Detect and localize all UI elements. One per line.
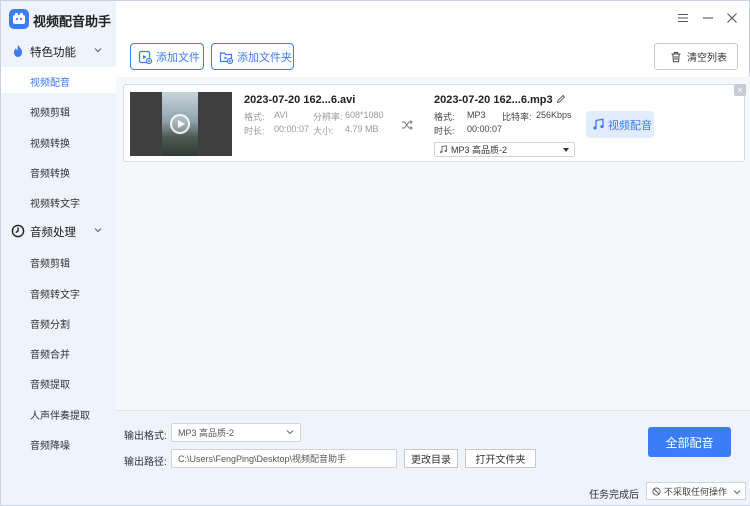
add-file-button[interactable]: 添加文件 xyxy=(130,43,204,70)
sidebar-item-audio-to-text[interactable]: 音频转文字 xyxy=(1,279,116,305)
sidebar-item-label: 音频降噪 xyxy=(30,441,70,452)
add-folder-icon xyxy=(219,50,234,64)
sidebar-item-audio-extract[interactable]: 音频提取 xyxy=(1,369,116,395)
sidebar-item-vocal-extract[interactable]: 人声伴奏提取 xyxy=(1,400,116,426)
add-folder-label: 添加文件夹 xyxy=(237,51,292,64)
output-quality-select[interactable]: MP3 高品质-2 xyxy=(434,142,575,157)
source-format-value: AVI xyxy=(274,110,288,120)
sidebar-item-label: 视频转文字 xyxy=(30,199,80,210)
sidebar-item-label: 音频合并 xyxy=(30,350,70,361)
video-dub-button[interactable]: 视频配音 xyxy=(586,111,654,138)
sidebar-item-label: 音频分割 xyxy=(30,320,70,331)
after-task-select[interactable]: 不采取任何操作 xyxy=(646,482,746,500)
source-duration-value: 00:00:07 xyxy=(274,124,310,134)
sidebar-item-label: 视频转换 xyxy=(30,139,70,150)
sidebar-item-label: 音频提取 xyxy=(30,380,70,391)
sidebar-item-audio-convert[interactable]: 音频转换 xyxy=(1,158,116,184)
sidebar: 视频配音助手 特色功能 视频配音 视频剪辑 视频转换 音频转换 视频转文字 音频… xyxy=(1,1,116,505)
source-file-name: 2023-07-20 162...6.avi xyxy=(244,94,356,106)
app-window: 视频配音助手 特色功能 视频配音 视频剪辑 视频转换 音频转换 视频转文字 音频… xyxy=(0,0,750,506)
trash-icon xyxy=(670,51,682,63)
output-file-name: 2023-07-20 162...6.mp3 xyxy=(434,94,553,106)
music-note-icon xyxy=(592,118,605,131)
clear-list-label: 清空列表 xyxy=(687,53,727,64)
source-resolution-value: 608*1080 xyxy=(345,110,384,120)
sidebar-item-audio-editing[interactable]: 音频剪辑 xyxy=(1,248,116,274)
sidebar-item-audio-merge[interactable]: 音频合并 xyxy=(1,339,116,365)
output-format-value: MP3 xyxy=(467,110,486,120)
after-task-label: 任务完成后 xyxy=(589,490,639,501)
output-format-select[interactable]: MP3 高品质-2 xyxy=(171,423,301,442)
sidebar-item-label: 音频转换 xyxy=(30,169,70,180)
sidebar-group-label: 音频处理 xyxy=(30,227,76,239)
source-format-label: 格式: xyxy=(244,112,265,122)
source-resolution-label: 分辨率: xyxy=(313,112,343,122)
output-format-label: 格式: xyxy=(434,112,455,122)
app-title: 视频配音助手 xyxy=(33,14,112,29)
play-icon[interactable] xyxy=(170,114,190,134)
menu-icon[interactable] xyxy=(676,11,690,25)
sidebar-item-video-to-text[interactable]: 视频转文字 xyxy=(1,188,116,214)
add-file-label: 添加文件 xyxy=(156,51,200,64)
sidebar-item-video-editing[interactable]: 视频剪辑 xyxy=(1,97,116,123)
output-duration-value: 00:00:07 xyxy=(467,124,503,134)
sidebar-group-features[interactable]: 特色功能 xyxy=(1,41,116,63)
output-format-value: MP3 高品质-2 xyxy=(178,428,235,438)
chevron-down-icon xyxy=(93,45,103,55)
change-directory-button[interactable]: 更改目录 xyxy=(404,449,458,468)
sidebar-item-audio-split[interactable]: 音频分割 xyxy=(1,309,116,335)
sidebar-item-video-dubbing[interactable]: 视频配音 xyxy=(1,67,116,93)
dropdown-caret-icon xyxy=(563,148,569,152)
convert-all-button[interactable]: 全部配音 xyxy=(648,427,731,457)
output-bitrate-value: 256Kbps xyxy=(536,110,572,120)
close-icon[interactable] xyxy=(725,11,739,25)
video-dub-label: 视频配音 xyxy=(608,119,652,132)
sidebar-item-video-convert[interactable]: 视频转换 xyxy=(1,128,116,154)
source-duration-label: 时长: xyxy=(244,126,265,136)
convert-arrow-icon xyxy=(401,119,413,131)
output-path-label: 输出路径: xyxy=(124,457,167,468)
output-format-label: 输出格式: xyxy=(124,431,167,442)
open-folder-button[interactable]: 打开文件夹 xyxy=(465,449,536,468)
chevron-down-icon xyxy=(733,488,741,496)
ban-icon xyxy=(652,486,661,496)
video-thumbnail[interactable] xyxy=(130,92,232,156)
sidebar-item-label: 视频剪辑 xyxy=(30,108,70,119)
output-path-field[interactable]: C:\Users\FengPing\Desktop\视频配音助手 xyxy=(171,449,397,468)
edit-icon[interactable] xyxy=(556,94,566,104)
chevron-down-icon xyxy=(93,225,103,235)
minimize-icon[interactable] xyxy=(701,11,715,25)
remove-item-icon[interactable]: × xyxy=(734,84,746,96)
output-duration-label: 时长: xyxy=(434,126,455,136)
sidebar-group-label: 特色功能 xyxy=(30,47,76,59)
sidebar-item-label: 视频配音 xyxy=(30,78,70,89)
sidebar-item-label: 音频转文字 xyxy=(30,290,80,301)
music-note-icon xyxy=(439,145,448,154)
add-folder-button[interactable]: 添加文件夹 xyxy=(211,43,294,70)
output-bitrate-label: 比特率: xyxy=(502,112,532,122)
output-path-value: C:\Users\FengPing\Desktop\视频配音助手 xyxy=(178,454,347,464)
chevron-down-icon xyxy=(286,428,294,436)
add-file-icon xyxy=(138,50,153,64)
after-task-value: 不采取任何操作 xyxy=(664,486,728,497)
sidebar-item-noise-reduction[interactable]: 音频降噪 xyxy=(1,430,116,456)
clock-icon xyxy=(11,224,25,238)
source-size-label: 大小: xyxy=(313,126,334,136)
file-item-card: 2023-07-20 162...6.avi 格式: AVI 分辨率: 608*… xyxy=(123,84,746,162)
source-size-value: 4.79 MB xyxy=(345,124,379,134)
app-logo-icon xyxy=(9,9,29,29)
output-quality-value: MP3 高品质-2 xyxy=(451,145,508,155)
clear-list-button[interactable]: 清空列表 xyxy=(654,43,738,70)
sidebar-item-label: 人声伴奏提取 xyxy=(30,411,90,422)
flame-icon xyxy=(11,44,25,58)
sidebar-group-audio[interactable]: 音频处理 xyxy=(1,221,116,243)
sidebar-item-label: 音频剪辑 xyxy=(30,259,70,270)
